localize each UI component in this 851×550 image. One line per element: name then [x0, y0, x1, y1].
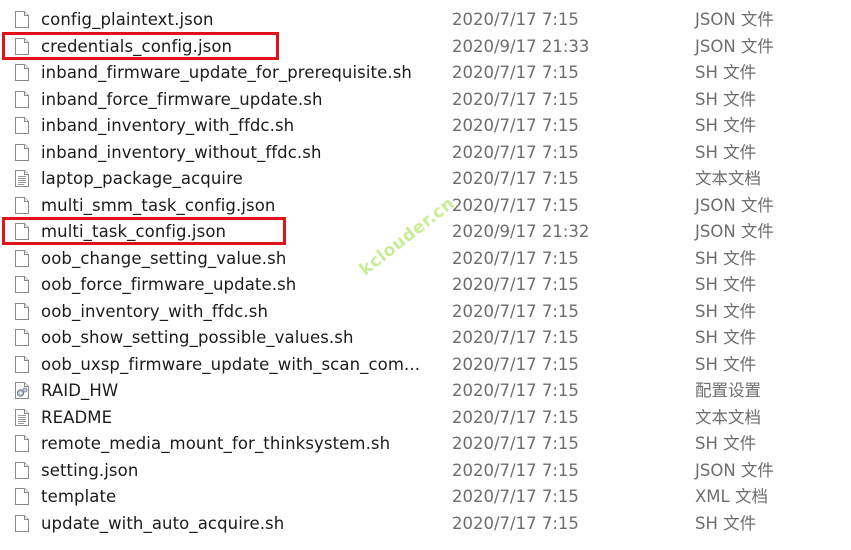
settings-file-icon [15, 382, 29, 399]
file-row[interactable]: oob_change_setting_value.sh 2020/7/17 7:1… [0, 246, 851, 273]
file-name[interactable]: README [41, 407, 112, 429]
file-row[interactable]: README 2020/7/17 7:15 文本文档 [0, 405, 851, 432]
file-date-modified: 2020/7/17 7:15 [452, 487, 579, 506]
file-name[interactable]: setting.json [41, 460, 138, 482]
file-type: SH 文件 [695, 513, 757, 533]
file-type: XML 文档 [695, 487, 768, 506]
file-date-modified: 2020/7/17 7:15 [452, 10, 579, 29]
file-list: config_plaintext.json 2020/7/17 7:15 JSON … [0, 7, 851, 537]
file-row[interactable]: oob_show_setting_possible_values.sh 2020/… [0, 325, 851, 352]
file-date-modified: 2020/7/17 7:15 [452, 63, 579, 82]
file-name[interactable]: oob_uxsp_firmware_update_with_scan_com..… [41, 354, 420, 376]
file-type: SH 文件 [695, 248, 757, 268]
file-date-modified: 2020/7/17 7:15 [452, 275, 579, 294]
blank-file-icon [15, 64, 29, 81]
file-date-modified: 2020/7/17 7:15 [452, 434, 579, 453]
blank-file-icon [15, 514, 29, 532]
file-row[interactable]: oob_force_firmware_update.sh 2020/7/17 7:… [0, 272, 851, 299]
file-name[interactable]: remote_media_mount_for_thinksystem.sh [41, 433, 390, 455]
file-name[interactable]: laptop_package_acquire [41, 168, 243, 190]
file-type: SH 文件 [695, 142, 757, 162]
file-row[interactable]: oob_uxsp_firmware_update_with_scan_com..… [0, 352, 851, 379]
file-date-modified: 2020/7/17 7:15 [452, 116, 579, 135]
blank-file-icon [15, 461, 29, 479]
file-date-modified: 2020/7/17 7:15 [452, 89, 579, 109]
file-type: SH 文件 [695, 434, 757, 453]
file-row[interactable]: inband_force_firmware_update.sh 2020/7/17… [0, 87, 851, 114]
file-name[interactable]: update_with_auto_acquire.sh [41, 513, 284, 535]
file-type: JSON 文件 [695, 222, 774, 241]
file-type: SH 文件 [695, 328, 757, 347]
file-row[interactable]: config_plaintext.json 2020/7/17 7:15 JSON … [0, 7, 851, 34]
file-name[interactable]: RAID_HW [41, 380, 118, 402]
red-highlight-box [2, 217, 286, 245]
file-date-modified: 2020/7/17 7:15 [452, 513, 579, 533]
blank-file-icon [15, 249, 29, 267]
blank-file-icon [15, 117, 29, 134]
file-type: 配置设置 [695, 381, 761, 400]
file-date-modified: 2020/7/17 7:15 [452, 354, 579, 374]
blank-file-icon [15, 276, 29, 293]
file-date-modified: 2020/7/17 7:15 [452, 460, 579, 480]
file-name[interactable]: config_plaintext.json [41, 9, 214, 31]
file-name[interactable]: inband_force_firmware_update.sh [41, 89, 323, 111]
file-name[interactable]: oob_force_firmware_update.sh [41, 274, 296, 296]
text-document-icon [15, 170, 29, 187]
file-date-modified: 2020/7/17 7:15 [452, 169, 579, 188]
file-row[interactable]: inband_firmware_update_for_prerequisite.… [0, 60, 851, 87]
file-date-modified: 2020/7/17 7:15 [452, 195, 579, 215]
file-row[interactable]: RAID_HW 2020/7/17 7:15 配置设置 [0, 378, 851, 405]
file-date-modified: 2020/7/17 7:15 [452, 381, 579, 400]
file-date-modified: 2020/7/17 7:15 [452, 301, 579, 321]
file-type: SH 文件 [695, 116, 757, 135]
file-date-modified: 2020/9/17 21:33 [452, 36, 590, 56]
text-document-icon [15, 408, 29, 426]
file-type: SH 文件 [695, 275, 757, 294]
file-type: SH 文件 [695, 354, 757, 374]
file-row[interactable]: update_with_auto_acquire.sh 2020/7/17 7:1… [0, 511, 851, 538]
file-row[interactable]: template 2020/7/17 7:15 XML 文档 [0, 484, 851, 511]
file-date-modified: 2020/9/17 21:32 [452, 222, 590, 241]
file-row[interactable]: credentials_config.json 2020/9/17 21:33 JS… [0, 31, 851, 61]
file-date-modified: 2020/7/17 7:15 [452, 328, 579, 347]
blank-file-icon [15, 143, 29, 161]
file-row[interactable]: inband_inventory_with_ffdc.sh 2020/7/17 7… [0, 113, 851, 140]
file-name[interactable]: inband_inventory_with_ffdc.sh [41, 115, 294, 137]
blank-file-icon [15, 435, 29, 452]
file-date-modified: 2020/7/17 7:15 [452, 248, 579, 268]
file-date-modified: 2020/7/17 7:15 [452, 407, 579, 427]
file-type: JSON 文件 [695, 195, 774, 215]
file-type: 文本文档 [695, 407, 761, 427]
file-type: JSON 文件 [695, 10, 774, 29]
file-type: SH 文件 [695, 301, 757, 321]
file-name[interactable]: template [41, 486, 116, 508]
file-type: 文本文档 [695, 169, 761, 188]
file-name[interactable]: inband_firmware_update_for_prerequisite.… [41, 62, 412, 84]
blank-file-icon [15, 329, 29, 346]
red-highlight-box [2, 31, 279, 60]
file-date-modified: 2020/7/17 7:15 [452, 142, 579, 162]
file-row[interactable]: laptop_package_acquire 2020/7/17 7:15 文本文档 [0, 166, 851, 193]
file-name[interactable]: oob_change_setting_value.sh [41, 248, 286, 270]
file-type: JSON 文件 [695, 460, 774, 480]
file-type: JSON 文件 [695, 36, 774, 56]
file-row[interactable]: setting.json 2020/7/17 7:15 JSON 文件 [0, 458, 851, 485]
file-type: SH 文件 [695, 63, 757, 82]
blank-file-icon [15, 488, 29, 505]
file-name[interactable]: multi_smm_task_config.json [41, 195, 275, 217]
blank-file-icon [15, 196, 29, 214]
file-row[interactable]: oob_inventory_with_ffdc.sh 2020/7/17 7:15… [0, 299, 851, 326]
blank-file-icon [15, 90, 29, 108]
file-name[interactable]: oob_show_setting_possible_values.sh [41, 327, 354, 349]
blank-file-icon [15, 302, 29, 320]
file-type: SH 文件 [695, 89, 757, 109]
blank-file-icon [15, 355, 29, 373]
blank-file-icon [15, 11, 29, 28]
file-name[interactable]: inband_inventory_without_ffdc.sh [41, 142, 322, 164]
file-name[interactable]: oob_inventory_with_ffdc.sh [41, 301, 268, 323]
file-row[interactable]: remote_media_mount_for_thinksystem.sh 202… [0, 431, 851, 458]
file-row[interactable]: inband_inventory_without_ffdc.sh 2020/7/1… [0, 140, 851, 167]
